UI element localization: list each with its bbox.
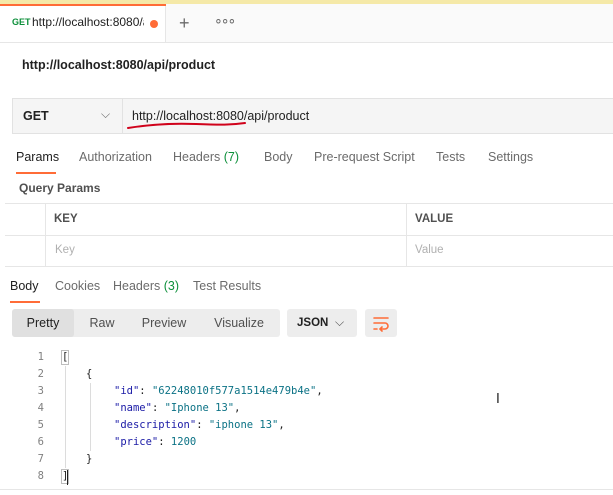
new-tab-plus-icon[interactable]: + (179, 13, 190, 34)
indent-guide (90, 383, 91, 451)
table-divider (406, 204, 407, 266)
request-name-breadcrumb[interactable]: http://localhost:8080/api/product (22, 58, 215, 72)
line-number: 5 (37, 419, 44, 431)
code-line: "description": "iphone 13", (114, 419, 285, 431)
line-number: 6 (37, 436, 44, 448)
tab-strip: GET http://localhost:8080/a + ∘∘∘ (0, 4, 613, 43)
tab-authorization[interactable]: Authorization (79, 150, 152, 164)
active-tab-indicator (0, 4, 166, 6)
code-line: "price": 1200 (114, 436, 197, 448)
query-params-table: KEY VALUE Key Value (5, 203, 613, 267)
tab-tests[interactable]: Tests (436, 150, 465, 164)
tab-pre-request-script[interactable]: Pre-request Script (314, 150, 415, 164)
key-input[interactable]: Key (55, 244, 75, 256)
code-line: [ (62, 351, 69, 363)
headers-count: (7) (223, 150, 240, 164)
wrap-lines-icon (373, 317, 389, 332)
language-select[interactable]: JSON ⌵ (287, 309, 357, 337)
tab-cookies[interactable]: Cookies (55, 279, 100, 293)
mouse-ibeam-cursor-icon: I (496, 392, 500, 407)
http-method-select[interactable]: GET ⌵ (13, 99, 123, 133)
query-params-title: Query Params (19, 181, 101, 195)
code-line: "name": "Iphone 13", (114, 402, 241, 414)
format-preview-button[interactable]: Preview (132, 309, 196, 337)
indent-guide (65, 366, 66, 468)
request-tab-title: http://localhost:8080/a (32, 15, 144, 29)
value-input[interactable]: Value (415, 244, 444, 256)
table-divider (45, 204, 46, 266)
line-number: 2 (37, 368, 44, 380)
table-header-row (5, 204, 613, 236)
line-number-gutter: 1 2 3 4 5 6 7 8 (0, 349, 50, 495)
line-number: 8 (37, 470, 44, 482)
text-cursor (67, 470, 68, 485)
tab-headers[interactable]: Headers (7) (173, 150, 239, 164)
code-line: } (86, 453, 93, 465)
format-raw-button[interactable]: Raw (76, 309, 128, 337)
line-number: 3 (37, 385, 44, 397)
code-line: { (86, 368, 93, 380)
chevron-down-icon: ⌵ (335, 315, 345, 329)
response-body-viewer[interactable]: 1 2 3 4 5 6 7 8 [ { "id": "62248010f577a… (0, 349, 613, 495)
tab-response-body[interactable]: Body (10, 279, 39, 293)
tab-body[interactable]: Body (264, 150, 293, 164)
active-response-tab-underline (10, 301, 40, 303)
language-value: JSON (297, 317, 329, 329)
request-tab[interactable]: GET http://localhost:8080/a (0, 4, 166, 42)
code-line: "id": "62248010f577a1514e479b4e", (114, 385, 323, 397)
tab-test-results[interactable]: Test Results (193, 279, 261, 293)
hand-drawn-underline-annotation (127, 122, 246, 129)
tab-params[interactable]: Params (16, 150, 59, 164)
key-column-header: KEY (54, 213, 78, 225)
response-headers-count: (3) (163, 279, 180, 293)
active-request-tab-underline (16, 172, 56, 174)
request-tab-method: GET (12, 17, 31, 27)
url-bar: GET ⌵ http://localhost:8080/api/product (12, 98, 613, 134)
tab-settings[interactable]: Settings (488, 150, 533, 164)
response-tabs: Body Cookies Headers (3) Test Results (0, 279, 613, 303)
value-column-header: VALUE (415, 213, 454, 225)
line-number: 4 (37, 402, 44, 414)
request-tabs: Params Authorization Headers (7) Body Pr… (0, 150, 613, 174)
format-pretty-button[interactable]: Pretty (12, 309, 74, 337)
wrap-lines-button[interactable] (365, 309, 397, 337)
tab-response-headers[interactable]: Headers (3) (113, 279, 179, 293)
line-number: 7 (37, 453, 44, 465)
chevron-down-icon: ⌵ (101, 107, 111, 121)
more-tabs-icon[interactable]: ∘∘∘ (214, 12, 236, 29)
http-method-value: GET (23, 109, 49, 123)
format-visualize-button[interactable]: Visualize (200, 309, 278, 337)
bottom-divider (0, 489, 613, 490)
line-number: 1 (37, 351, 44, 363)
unsaved-changes-dot-icon (150, 20, 158, 28)
format-segmented-control: Pretty Raw Preview Visualize (12, 309, 280, 337)
